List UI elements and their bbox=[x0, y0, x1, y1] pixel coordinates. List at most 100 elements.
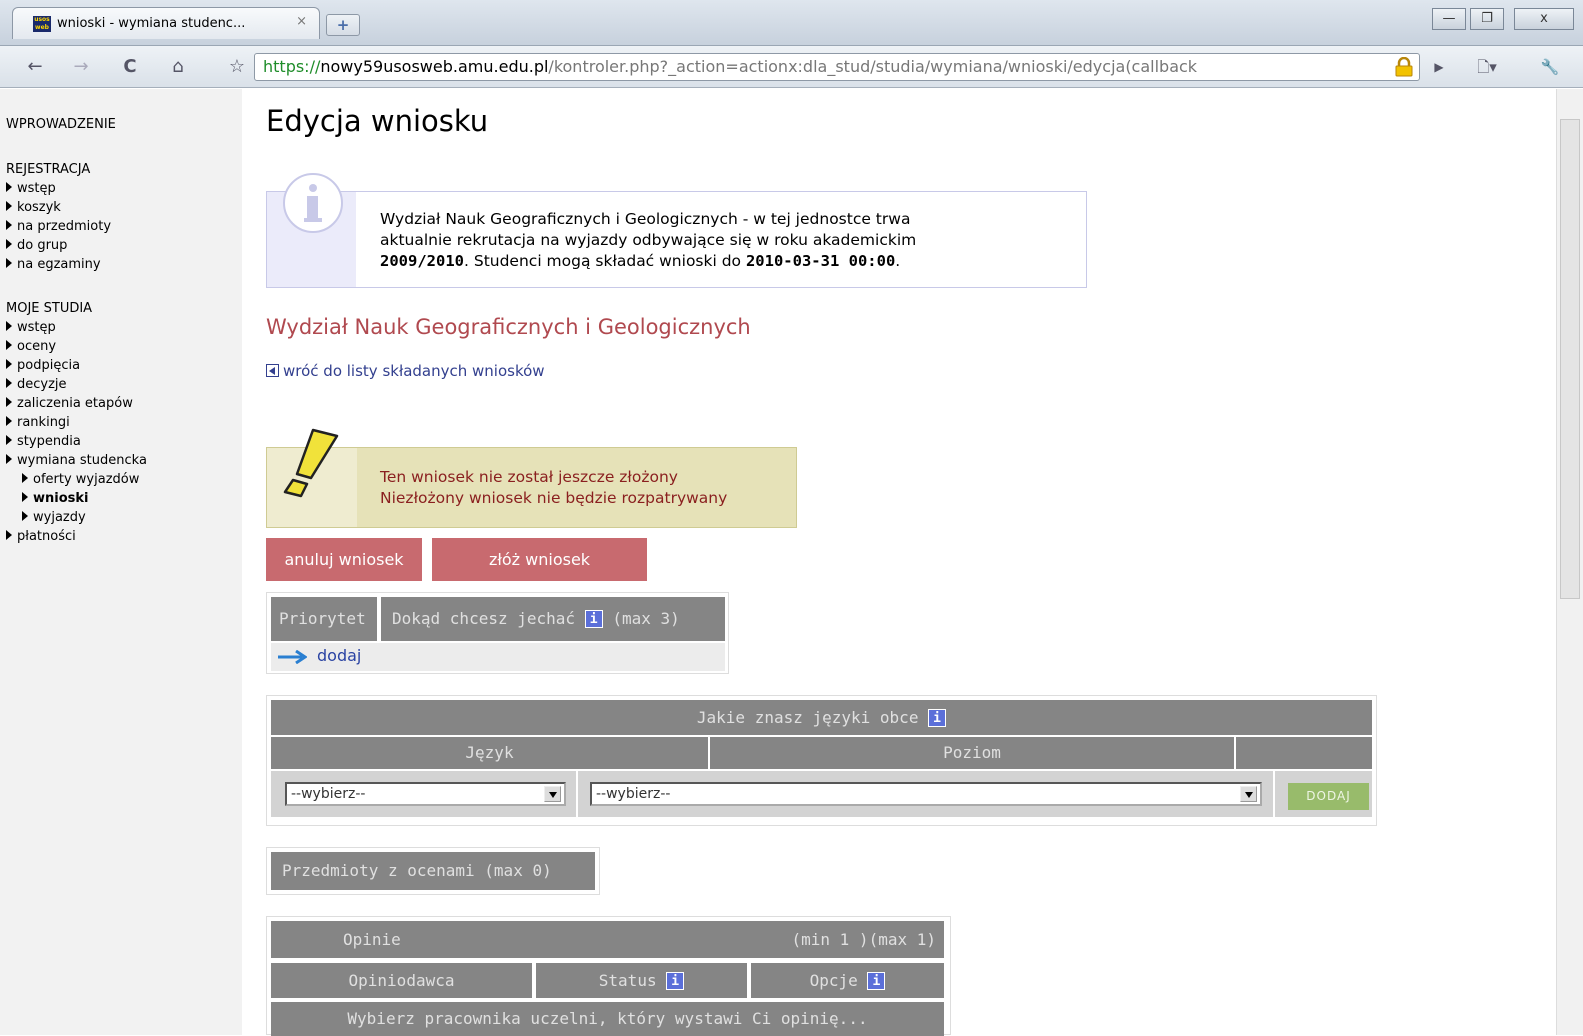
academic-year: 2009/2010 bbox=[380, 252, 464, 270]
chevron-down-icon bbox=[544, 786, 561, 802]
maximize-window-button[interactable]: ❐ bbox=[1470, 8, 1504, 30]
sidebar-item-platnosci[interactable]: płatności bbox=[6, 527, 147, 546]
home-button[interactable]: ⌂ bbox=[164, 54, 192, 80]
wrench-menu-icon[interactable]: 🔧 bbox=[1530, 54, 1570, 80]
level-select-cell: --wybierz-- bbox=[578, 771, 1273, 817]
scrollbar-thumb[interactable] bbox=[1560, 119, 1580, 599]
opinions-title-row: Opinie (min 1 )(max 1) bbox=[271, 921, 944, 958]
forward-button[interactable]: → bbox=[68, 54, 94, 80]
page-menu-icon[interactable]: 🗋▾ bbox=[1470, 54, 1504, 80]
reviewer-column-header: Opiniodawca bbox=[271, 963, 532, 998]
triangle-icon bbox=[6, 435, 12, 445]
url-scheme: https:// bbox=[263, 57, 321, 76]
destination-column-header: Dokąd chcesz jechać i (max 3) bbox=[381, 597, 725, 641]
page-scrollbar[interactable] bbox=[1556, 89, 1583, 1035]
sidebar-item-do-grup[interactable]: do grup bbox=[6, 236, 111, 255]
triangle-icon bbox=[22, 492, 28, 502]
triangle-icon bbox=[6, 397, 12, 407]
url-path: /kontroler.php?_action=actionx:dla_stud/… bbox=[548, 57, 1198, 76]
level-column-header: Poziom bbox=[710, 737, 1234, 769]
add-language-button[interactable]: DODAJ bbox=[1288, 783, 1369, 810]
warning-notice: Ten wniosek nie został jeszcze złożony N… bbox=[266, 428, 797, 528]
cancel-application-button[interactable]: anuluj wniosek bbox=[266, 538, 422, 581]
sidebar-item-decyzje[interactable]: decyzje bbox=[6, 375, 147, 394]
sidebar-item-stypendia[interactable]: stypendia bbox=[6, 432, 147, 451]
select-reviewer-row[interactable]: Wybierz pracownika uczelni, który wystaw… bbox=[271, 1002, 944, 1036]
triangle-icon bbox=[6, 530, 12, 540]
submit-application-button[interactable]: złóż wniosek bbox=[432, 538, 647, 581]
language-select[interactable]: --wybierz-- bbox=[285, 782, 566, 806]
bookmark-star-icon[interactable]: ☆ bbox=[224, 54, 250, 80]
sidebar-item-oferty[interactable]: oferty wyjazdów bbox=[6, 470, 147, 489]
triangle-icon bbox=[6, 220, 12, 230]
info-badge-icon[interactable]: i bbox=[584, 610, 603, 628]
sidebar-item-reg-wstep[interactable]: wstęp bbox=[6, 179, 111, 198]
chevron-down-icon bbox=[1240, 786, 1257, 802]
add-language-cell: DODAJ bbox=[1275, 771, 1372, 817]
sidebar-registration-title[interactable]: REJESTRACJA bbox=[6, 162, 90, 177]
info-notice: Wydział Nauk Geograficznych i Geologiczn… bbox=[266, 173, 1087, 288]
url-host: nowy59usosweb.amu.edu.pl bbox=[320, 57, 549, 76]
back-to-list-link[interactable]: wróć do listy składanych wniosków bbox=[266, 362, 545, 380]
sidebar-item-rankingi[interactable]: rankingi bbox=[6, 413, 147, 432]
sidebar-my-studies-title[interactable]: MOJE STUDIA bbox=[6, 301, 92, 316]
back-arrow-icon bbox=[266, 364, 279, 377]
browser-tab[interactable]: usos web wnioski - wymiana studenc... × bbox=[12, 7, 320, 39]
triangle-icon bbox=[6, 378, 12, 388]
opinions-title: Opinie bbox=[343, 930, 401, 949]
triangle-icon bbox=[6, 201, 12, 211]
tab-title: wnioski - wymiana studenc... bbox=[57, 16, 246, 31]
minimize-window-button[interactable]: — bbox=[1432, 8, 1466, 30]
sidebar-item-wyjazdy[interactable]: wyjazdy bbox=[6, 508, 147, 527]
browser-toolbar: ← → C ⌂ ☆ https://nowy59usosweb.amu.edu.… bbox=[0, 46, 1583, 88]
triangle-icon bbox=[6, 258, 12, 268]
opinions-limits: (min 1 )(max 1) bbox=[791, 930, 937, 949]
destinations-table: Priorytet Dokąd chcesz jechać i (max 3) … bbox=[266, 592, 729, 674]
sidebar-item-oceny[interactable]: oceny bbox=[6, 337, 147, 356]
registration-menu: wstęp koszyk na przedmioty do grup na eg… bbox=[6, 179, 111, 274]
triangle-icon bbox=[6, 340, 12, 350]
studies-menu: wstęp oceny podpięcia decyzje zaliczenia… bbox=[6, 318, 147, 546]
language-column-header: Język bbox=[271, 737, 708, 769]
sidebar-item-podpiecia[interactable]: podpięcia bbox=[6, 356, 147, 375]
status-column-header: Status i bbox=[536, 963, 747, 998]
info-badge-icon[interactable]: i bbox=[867, 972, 886, 990]
add-destination-link[interactable]: dodaj bbox=[317, 646, 361, 665]
priority-column-header: Priorytet bbox=[271, 597, 377, 641]
sidebar-item-na-przedmioty[interactable]: na przedmioty bbox=[6, 217, 111, 236]
page-title: Edycja wniosku bbox=[266, 104, 489, 138]
info-notice-text: Wydział Nauk Geograficznych i Geologiczn… bbox=[380, 210, 917, 270]
triangle-icon bbox=[6, 416, 12, 426]
languages-table: Jakie znasz języki obce i Język Poziom -… bbox=[266, 695, 1377, 826]
page-action-icon[interactable]: ▶ bbox=[1428, 54, 1450, 80]
triangle-icon bbox=[6, 454, 12, 464]
level-select[interactable]: --wybierz-- bbox=[590, 782, 1262, 806]
back-button[interactable]: ← bbox=[22, 54, 48, 80]
sidebar-item-zaliczenia[interactable]: zaliczenia etapów bbox=[6, 394, 147, 413]
sidebar-item-wnioski[interactable]: wnioski bbox=[6, 489, 147, 508]
opinions-table: Opinie (min 1 )(max 1) Opiniodawca Statu… bbox=[266, 916, 951, 1036]
grades-table: Przedmioty z ocenami (max 0) bbox=[266, 847, 600, 895]
deadline: 2010-03-31 00:00 bbox=[745, 252, 896, 270]
info-badge-icon[interactable]: i bbox=[666, 972, 685, 990]
add-destination-row: dodaj bbox=[271, 643, 725, 671]
reload-button[interactable]: C bbox=[116, 54, 144, 80]
sidebar: WPROWADZENIE REJESTRACJA wstęp koszyk na… bbox=[0, 89, 242, 1035]
address-bar[interactable]: https://nowy59usosweb.amu.edu.pl/kontrol… bbox=[254, 53, 1420, 81]
sidebar-item-wymiana[interactable]: wymiana studencka bbox=[6, 451, 147, 470]
info-icon bbox=[283, 173, 343, 233]
triangle-icon bbox=[6, 359, 12, 369]
sidebar-intro-link[interactable]: WPROWADZENIE bbox=[6, 117, 116, 132]
grades-header: Przedmioty z ocenami (max 0) bbox=[271, 852, 595, 890]
tab-close-icon[interactable]: × bbox=[296, 14, 307, 29]
close-window-button[interactable]: x bbox=[1514, 8, 1574, 30]
actions-column-header bbox=[1236, 737, 1372, 769]
language-select-cell: --wybierz-- bbox=[271, 771, 576, 817]
sidebar-item-koszyk[interactable]: koszyk bbox=[6, 198, 111, 217]
sidebar-item-na-egzaminy[interactable]: na egzaminy bbox=[6, 255, 111, 274]
sidebar-item-wstep[interactable]: wstęp bbox=[6, 318, 147, 337]
triangle-icon bbox=[22, 511, 28, 521]
info-badge-icon[interactable]: i bbox=[928, 709, 947, 727]
usos-favicon-icon: usos web bbox=[33, 16, 51, 32]
new-tab-button[interactable]: + bbox=[326, 14, 360, 36]
